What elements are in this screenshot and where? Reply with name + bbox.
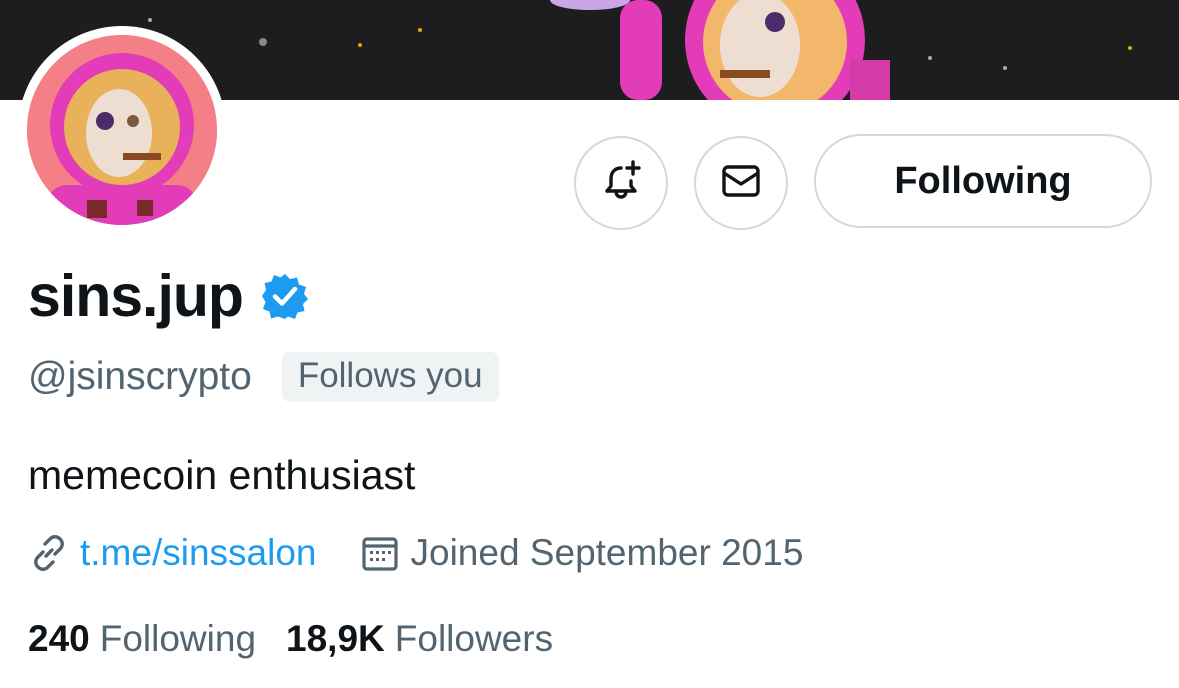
link-icon bbox=[28, 532, 70, 574]
avatar-image bbox=[27, 35, 217, 225]
followers-stat[interactable]: 18,9K Followers bbox=[286, 618, 553, 660]
following-label: Following bbox=[99, 618, 257, 659]
joined-date-text: Joined September 2015 bbox=[410, 532, 804, 573]
notify-button[interactable] bbox=[574, 136, 668, 230]
avatar[interactable] bbox=[18, 26, 226, 234]
handle-row: @jsinscrypto Follows you bbox=[28, 352, 499, 402]
name-row: sins.jup bbox=[28, 262, 309, 330]
profile-meta: t.me/sinssalon Joined September 2015 bbox=[28, 532, 803, 574]
following-stat[interactable]: 240 Following bbox=[28, 618, 256, 660]
verified-badge-icon[interactable] bbox=[261, 272, 309, 320]
message-button[interactable] bbox=[694, 136, 788, 230]
following-button[interactable]: Following bbox=[814, 134, 1152, 228]
followers-count: 18,9K bbox=[286, 618, 385, 659]
display-name: sins.jup bbox=[28, 263, 244, 329]
calendar-icon bbox=[359, 532, 401, 574]
following-count: 240 bbox=[28, 618, 90, 659]
follow-stats: 240 Following 18,9K Followers bbox=[28, 618, 553, 660]
joined-date: Joined September 2015 bbox=[359, 532, 804, 574]
website-link[interactable]: t.me/sinssalon bbox=[28, 532, 317, 574]
website-link-text: t.me/sinssalon bbox=[80, 532, 317, 573]
follows-you-badge: Follows you bbox=[281, 352, 499, 402]
bio: memecoin enthusiast bbox=[28, 452, 416, 498]
envelope-icon bbox=[719, 159, 763, 208]
bell-plus-icon bbox=[599, 159, 643, 208]
handle: @jsinscrypto bbox=[28, 355, 252, 398]
followers-label: Followers bbox=[394, 618, 554, 659]
